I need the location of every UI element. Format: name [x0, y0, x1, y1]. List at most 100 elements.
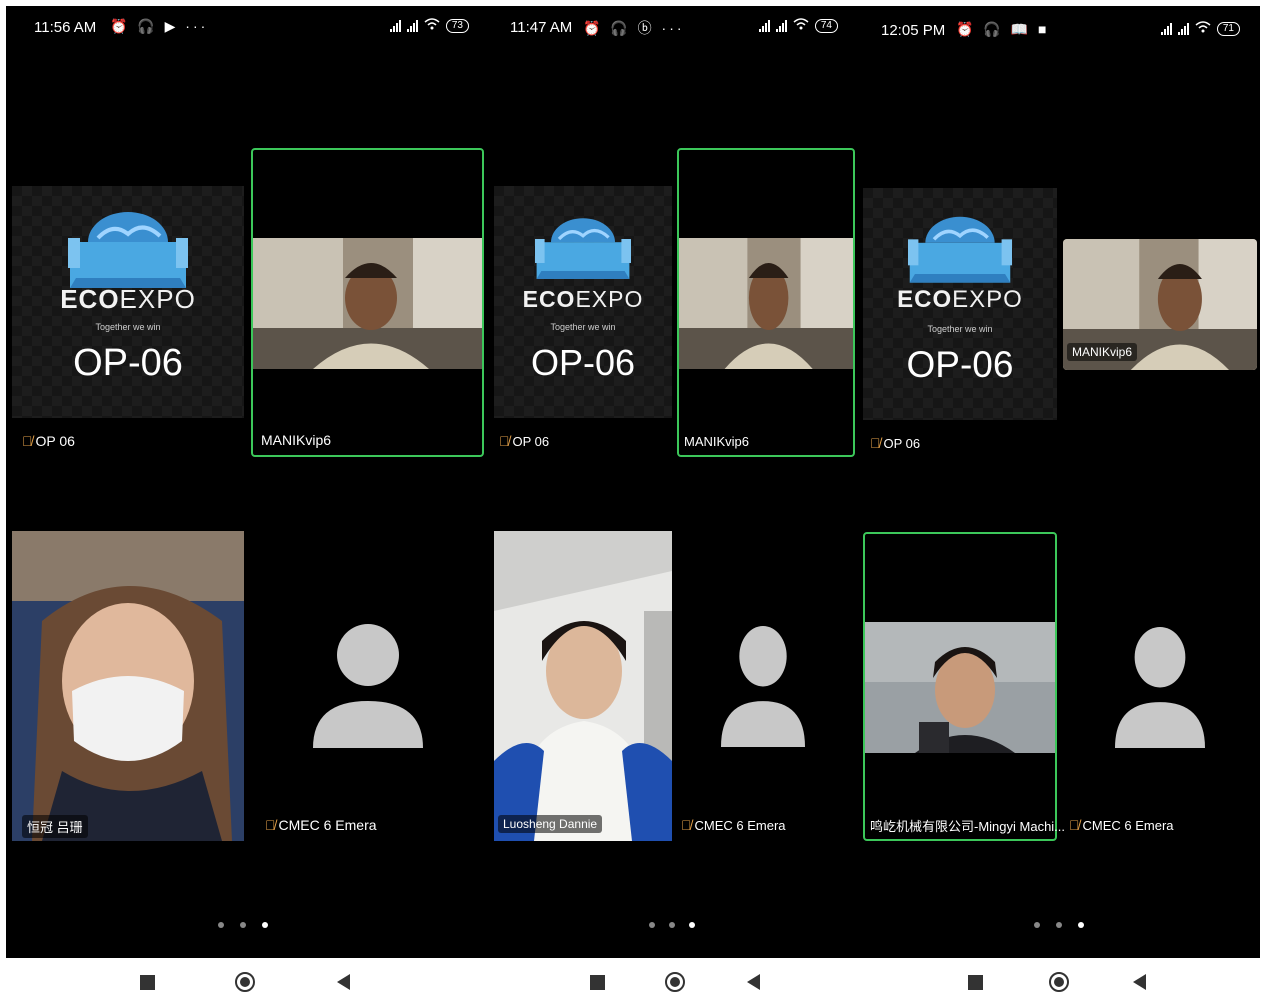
status-notification-icons: ⏰ 🎧 ⓑ ··· — [583, 20, 685, 36]
signal-icon — [406, 19, 418, 32]
ecoexpo-tagline: Together we win — [550, 322, 616, 332]
op-code: OP-06 — [906, 344, 1014, 385]
participant-tile-op06[interactable]: ECOEXPO Together we win OP-06 — [12, 186, 244, 418]
wifi-icon — [1195, 21, 1211, 36]
participant-label-cmec: 🎙̸ CMEC 6 Emera — [1069, 817, 1174, 833]
page-dot-active[interactable] — [689, 922, 695, 928]
mic-muted-icon: 🎙̸ — [22, 433, 33, 449]
ecoexpo-wordmark: ECOEXPO — [522, 286, 644, 312]
back-icon[interactable] — [747, 974, 760, 990]
android-nav-bar-1 — [140, 958, 350, 1006]
participant-label-cmec: 🎙̸ CMEC 6 Emera — [265, 817, 377, 833]
video-feed-manik — [679, 238, 853, 369]
participant-tile-op06[interactable]: ECOEXPO Together we win OP-06 — [863, 188, 1057, 420]
back-icon[interactable] — [1133, 974, 1146, 990]
participant-label-manik: MANIKvip6 — [684, 434, 750, 449]
op-code: OP-06 — [73, 342, 183, 384]
default-avatar-icon — [313, 623, 423, 753]
participant-tile-op06[interactable]: ECOEXPO Together we win OP-06 — [494, 186, 672, 418]
page-dot[interactable] — [1056, 922, 1062, 928]
signal-icon — [758, 19, 770, 32]
page-dot[interactable] — [240, 922, 246, 928]
participant-tile-cmec[interactable]: 🎙̸ CMEC 6 Emera — [1063, 532, 1257, 841]
home-icon[interactable] — [1049, 972, 1069, 992]
signal-icon — [389, 19, 401, 32]
ecoexpo-globe-logo — [68, 208, 188, 293]
page-dot-active[interactable] — [1078, 922, 1084, 928]
participant-label-cmec: 🎙̸ CMEC 6 Emera — [681, 817, 786, 833]
mic-muted-icon: 🎙̸ — [265, 817, 276, 833]
participant-tile-manik[interactable]: MANIKvip6 — [677, 148, 855, 457]
home-icon[interactable] — [235, 972, 255, 992]
wifi-icon — [793, 18, 809, 33]
page-indicator[interactable] — [1034, 922, 1084, 928]
participant-tile-third[interactable]: Luosheng Dannie — [494, 531, 672, 841]
ecoexpo-wordmark: ECOEXPO — [897, 286, 1023, 313]
phone-screen-3: 12:05 PM ⏰ 🎧 📖 ■ 71 ECOEXPO Together we … — [858, 6, 1260, 958]
mic-muted-icon: 🎙̸ — [681, 817, 692, 833]
participant-label-op06: 🎙̸ OP 06 — [870, 435, 921, 451]
android-nav-bar-2 — [590, 958, 760, 1006]
page-indicator[interactable] — [649, 922, 695, 928]
participant-tile-third[interactable]: 鸣屹机械有限公司-Mingyi Machi... — [863, 532, 1065, 841]
status-bar: 11:56 AM ⏰ 🎧 ▶ ··· 73 — [6, 6, 489, 50]
page-dot[interactable] — [218, 922, 224, 928]
ecoexpo-globe-logo — [535, 208, 631, 291]
status-right: 73 — [389, 18, 469, 33]
phone-screen-1: 11:56 AM ⏰ 🎧 ▶ ··· 73 ECOEXPO Together w… — [6, 6, 489, 958]
participant-tile-manik[interactable]: MANIKvip6 — [1063, 239, 1257, 370]
home-icon[interactable] — [665, 972, 685, 992]
phone-screen-2: 11:47 AM ⏰ 🎧 ⓑ ··· 74 ECOEXPO Together w… — [489, 6, 858, 958]
video-feed-third — [12, 531, 244, 841]
ecoexpo-tagline: Together we win — [927, 324, 993, 334]
status-time: 12:05 PM — [881, 22, 946, 39]
status-time: 11:56 AM — [34, 19, 97, 36]
participant-label-third: Luosheng Dannie — [498, 815, 603, 833]
wifi-icon — [424, 18, 440, 33]
recent-apps-icon[interactable] — [968, 974, 983, 990]
signal-icon — [1160, 22, 1172, 35]
participant-label-op06: 🎙̸ OP 06 — [499, 433, 550, 449]
video-feed-third — [494, 531, 672, 841]
participant-tile-manik[interactable]: MANIKvip6 — [251, 148, 484, 457]
back-icon[interactable] — [337, 974, 350, 990]
default-avatar-icon — [721, 625, 805, 752]
participant-label-manik: MANIKvip6 — [1067, 343, 1138, 361]
ecoexpo-tagline: Together we win — [95, 322, 161, 332]
status-notification-icons: ⏰ 🎧 ▶ ··· — [110, 18, 209, 34]
default-avatar-icon — [1115, 626, 1205, 753]
participant-tile-cmec[interactable]: 🎙̸ CMEC 6 Emera — [251, 531, 484, 841]
page-dot[interactable] — [649, 922, 655, 928]
participant-tile-third[interactable]: 恒冠 吕珊 — [12, 531, 244, 841]
android-nav-bar-3 — [968, 958, 1146, 1006]
page-dot[interactable] — [1034, 922, 1040, 928]
page-indicator[interactable] — [218, 922, 268, 928]
video-feed-third — [865, 622, 1055, 753]
battery-icon: 73 — [445, 18, 469, 33]
participant-label-op06: 🎙̸ OP 06 — [22, 433, 75, 449]
mic-muted-icon: 🎙̸ — [870, 435, 881, 451]
recent-apps-icon[interactable] — [590, 974, 605, 990]
status-time: 11:47 AM — [510, 19, 573, 36]
ecoexpo-globe-logo — [908, 208, 1012, 293]
participant-label-third: 恒冠 吕珊 — [22, 815, 88, 838]
status-right: 74 — [758, 18, 838, 33]
recent-apps-icon[interactable] — [140, 974, 155, 990]
page-dot[interactable] — [669, 922, 675, 928]
battery-icon: 71 — [1216, 21, 1240, 36]
page-dot-active[interactable] — [262, 922, 268, 928]
signal-icon — [775, 19, 787, 32]
status-bar: 11:47 AM ⏰ 🎧 ⓑ ··· 74 — [489, 6, 858, 50]
op-code: OP-06 — [530, 342, 636, 383]
status-right: 71 — [1160, 21, 1240, 36]
mic-muted-icon: 🎙̸ — [1069, 817, 1080, 833]
mic-muted-icon: 🎙̸ — [499, 433, 510, 449]
ecoexpo-wordmark: ECOEXPO — [60, 284, 196, 314]
participant-label-third: 鸣屹机械有限公司-Mingyi Machi... — [870, 819, 1066, 834]
video-feed-manik — [253, 238, 482, 369]
status-bar: 12:05 PM ⏰ 🎧 📖 ■ 71 — [858, 6, 1260, 50]
battery-icon: 74 — [814, 18, 838, 33]
participant-tile-cmec[interactable]: 🎙̸ CMEC 6 Emera — [677, 531, 855, 841]
signal-icon — [1177, 22, 1189, 35]
status-notification-icons: ⏰ 🎧 📖 ■ — [956, 21, 1050, 37]
